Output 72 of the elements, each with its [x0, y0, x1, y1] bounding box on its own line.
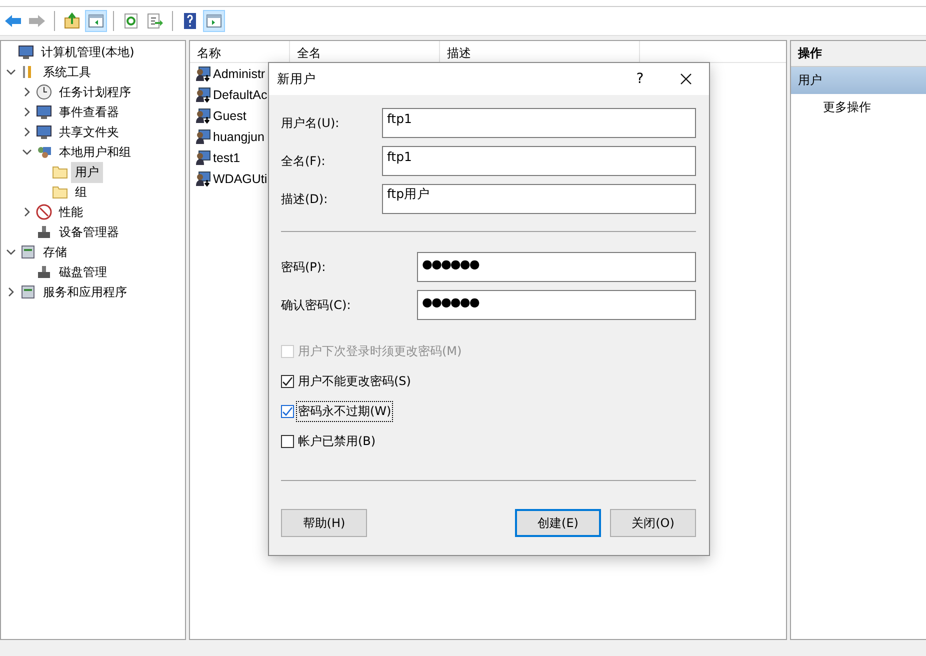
- text-field[interactable]: ftp1: [382, 146, 696, 176]
- chevron-right-icon[interactable]: [22, 207, 32, 217]
- tree-item[interactable]: 用户: [71, 162, 103, 182]
- chevron-down-icon[interactable]: [22, 147, 32, 157]
- dialog-title: 新用户: [277, 70, 317, 88]
- tree-item[interactable]: 本地用户和组: [55, 142, 135, 162]
- tree-node-icon: [20, 284, 36, 300]
- folder-icon: [52, 164, 68, 180]
- tree-node-icon: [20, 244, 36, 260]
- tree-node-icon: [36, 224, 52, 240]
- chevron-down-icon[interactable]: [6, 67, 16, 77]
- checkbox[interactable]: [281, 374, 294, 388]
- user-name[interactable]: Guest: [213, 108, 246, 122]
- password-field[interactable]: ●●●●●●: [417, 252, 696, 282]
- tree-node-icon: [36, 104, 52, 120]
- tree-item[interactable]: 服务和应用程序: [39, 282, 131, 302]
- user-icon: [195, 86, 211, 102]
- field-label: 确认密码(C):: [281, 296, 352, 314]
- tree-item[interactable]: 存储: [39, 242, 71, 262]
- tree-button[interactable]: [85, 10, 107, 32]
- chevron-right-icon[interactable]: [22, 107, 32, 117]
- checkbox[interactable]: [281, 434, 294, 448]
- chevron-down-icon[interactable]: [6, 247, 16, 257]
- chevron-right-icon[interactable]: [22, 127, 32, 137]
- user-name[interactable]: DefaultAc: [213, 88, 268, 102]
- actions-section-header[interactable]: 用户: [791, 67, 926, 94]
- tree-item[interactable]: 组: [71, 182, 91, 202]
- tree-item[interactable]: 磁盘管理: [55, 262, 111, 282]
- dialog-button[interactable]: 关闭(O): [610, 509, 696, 537]
- tree-node-icon: [36, 144, 52, 160]
- folder-icon: [52, 184, 68, 200]
- tree-node-icon: [18, 44, 34, 60]
- checkbox-label[interactable]: 密码永不过期(W): [297, 402, 392, 420]
- text-field[interactable]: ftp1: [382, 108, 696, 138]
- field-label: 全名(F):: [281, 152, 326, 170]
- user-name[interactable]: Administr: [213, 66, 266, 80]
- tree-item[interactable]: 共享文件夹: [55, 122, 123, 142]
- field-label: 描述(D):: [281, 190, 329, 208]
- field-label: 用户名(U):: [281, 114, 340, 132]
- chevron-right-icon[interactable]: [6, 287, 16, 297]
- tree-node-icon: [36, 264, 52, 280]
- tree-item[interactable]: 性能: [55, 202, 87, 222]
- action-link[interactable]: 更多操作: [791, 94, 926, 116]
- user-icon: [195, 150, 211, 166]
- checkbox-label[interactable]: 帐户已禁用(B): [297, 432, 377, 450]
- checkbox-label[interactable]: 用户不能更改密码(S): [297, 372, 412, 390]
- tree-item[interactable]: 计算机管理(本地): [37, 42, 138, 62]
- user-name[interactable]: WDAGUti: [213, 172, 268, 186]
- user-icon: [195, 170, 211, 186]
- user-name[interactable]: test1: [213, 150, 240, 164]
- text-field[interactable]: ftp用户: [382, 184, 696, 214]
- help-button[interactable]: ?: [617, 63, 663, 95]
- user-icon: [195, 128, 211, 144]
- chevron-right-icon[interactable]: [22, 87, 32, 97]
- dialog-button[interactable]: 帮助(H): [281, 509, 367, 537]
- password-field[interactable]: ●●●●●●: [417, 290, 696, 320]
- user-icon: [195, 66, 211, 82]
- user-name[interactable]: huangjun: [213, 130, 264, 144]
- pane-button[interactable]: [203, 10, 225, 32]
- close-icon: [680, 73, 692, 85]
- tree-item[interactable]: 设备管理器: [55, 222, 123, 242]
- user-icon: [195, 108, 211, 124]
- tree-item[interactable]: 任务计划程序: [55, 82, 135, 102]
- tree-item[interactable]: 系统工具: [39, 62, 95, 82]
- checkbox[interactable]: [281, 404, 294, 418]
- field-label: 密码(P):: [281, 258, 327, 276]
- tree-node-icon: [36, 124, 52, 140]
- tree-node-icon: [36, 84, 52, 100]
- actions-header: 操作: [791, 41, 926, 67]
- dialog-button[interactable]: 创建(E): [515, 509, 601, 537]
- tree-node-icon: [36, 204, 52, 220]
- tree-item[interactable]: 事件查看器: [55, 102, 123, 122]
